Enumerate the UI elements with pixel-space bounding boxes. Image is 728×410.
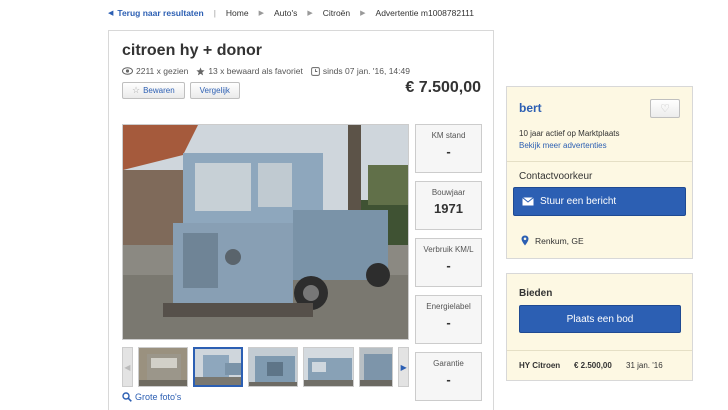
- spec-list: KM stand - Bouwjaar 1971 Verbruik KM/L -…: [415, 124, 482, 409]
- main-photo[interactable]: [122, 124, 409, 340]
- listing-stats: 2211 x gezien 13 x bewaard als favoriet …: [122, 66, 418, 76]
- breadcrumb-separator: |: [213, 8, 216, 18]
- views-count: 2211 x gezien: [136, 66, 189, 76]
- listing-card: citroen hy + donor 2211 x gezien 13 x be…: [108, 30, 494, 410]
- spec-garantie: Garantie -: [415, 352, 482, 401]
- spec-value: 1971: [434, 201, 463, 216]
- save-button-label: Bewaren: [143, 86, 175, 95]
- breadcrumb-autos[interactable]: Auto's: [274, 8, 297, 18]
- spec-verbruik: Verbruik KM/L -: [415, 238, 482, 287]
- spec-label: Bouwjaar: [431, 188, 466, 197]
- listing-title: citroen hy + donor: [122, 42, 263, 59]
- breadcrumb-arrow-icon: ▶: [360, 10, 366, 17]
- spec-value: -: [446, 258, 451, 273]
- magnifier-icon: [122, 392, 132, 402]
- bidder-name: HY Citroen: [519, 361, 561, 370]
- breadcrumb-citroen[interactable]: Citroën: [323, 8, 350, 18]
- spec-label: KM stand: [431, 131, 466, 140]
- thumbnail[interactable]: [303, 347, 354, 387]
- thumbnail-selected[interactable]: [192, 347, 244, 387]
- thumbnail-next-button[interactable]: ▶: [398, 347, 409, 387]
- clock-icon: [310, 66, 320, 76]
- spec-value: -: [446, 315, 451, 330]
- listing-price: € 7.500,00: [405, 79, 481, 96]
- back-to-results-link[interactable]: Terug naar resultaten: [117, 8, 203, 18]
- spec-km-stand: KM stand -: [415, 124, 482, 173]
- heart-icon: ♡: [660, 103, 670, 115]
- envelope-icon: [522, 197, 534, 206]
- seller-location: Renkum, GE: [521, 235, 584, 246]
- thumbnail-prev-button[interactable]: ◀: [122, 347, 133, 387]
- listed-since: sinds 07 jan. '16, 14:49: [322, 66, 410, 76]
- breadcrumb-home[interactable]: Home: [226, 8, 249, 18]
- star-icon: [196, 66, 205, 75]
- bid-amount: € 2.500,00: [574, 361, 612, 370]
- thumbnail-strip: ◀ ▶: [122, 346, 409, 388]
- thumbnail[interactable]: [358, 347, 394, 387]
- back-triangle-icon: ◀: [108, 10, 114, 17]
- bid-card: Bieden Plaats een bod HY Citroen € 2.500…: [506, 273, 693, 381]
- breadcrumb-arrow-icon: ▶: [258, 10, 264, 17]
- thumbnail[interactable]: [248, 347, 299, 387]
- seller-location-text: Renkum, GE: [535, 235, 584, 246]
- seller-more-ads-link[interactable]: Bekijk meer advertenties: [519, 141, 607, 150]
- eye-icon: [122, 67, 133, 75]
- large-photos-link[interactable]: Grote foto's: [122, 392, 181, 402]
- spec-label: Garantie: [433, 359, 464, 368]
- place-bid-button[interactable]: Plaats een bod: [519, 305, 681, 333]
- bid-heading: Bieden: [519, 288, 553, 299]
- van-photo: [123, 125, 408, 339]
- bid-row: HY Citroen € 2.500,00 31 jan. '16: [507, 350, 692, 370]
- seller-card: bert ♡ 10 jaar actief op Marktplaats Bek…: [506, 86, 693, 259]
- spec-label: Verbruik KM/L: [423, 245, 474, 254]
- spec-energielabel: Energielabel -: [415, 295, 482, 344]
- spec-value: -: [446, 372, 451, 387]
- divider: [507, 161, 692, 162]
- seller-name[interactable]: bert: [519, 101, 542, 115]
- spec-label: Energielabel: [426, 302, 471, 311]
- spec-value: -: [446, 144, 451, 159]
- seller-active: 10 jaar actief op Marktplaats: [519, 129, 620, 138]
- compare-button[interactable]: Vergelijk: [189, 82, 240, 99]
- star-outline-icon: ☆: [132, 85, 141, 95]
- spec-bouwjaar: Bouwjaar 1971: [415, 181, 482, 230]
- map-pin-icon: [521, 235, 529, 246]
- send-message-label: Stuur een bericht: [540, 196, 617, 207]
- breadcrumb-arrow-icon: ▶: [307, 10, 313, 17]
- thumbnail[interactable]: [137, 347, 188, 387]
- bid-date: 31 jan. '16: [626, 361, 663, 370]
- contact-preference-heading: Contactvoorkeur: [519, 171, 593, 182]
- save-button[interactable]: ☆ Bewaren: [122, 82, 185, 99]
- breadcrumb-ad-id: Advertentie m1008782111: [375, 8, 474, 18]
- send-message-button[interactable]: Stuur een bericht: [513, 187, 686, 216]
- follow-button[interactable]: ♡: [650, 99, 680, 118]
- large-photos-label: Grote foto's: [135, 392, 182, 402]
- favorites-count: 13 x bewaard als favoriet: [208, 66, 303, 76]
- breadcrumb: ◀ Terug naar resultaten | Home ▶ Auto's …: [108, 6, 474, 20]
